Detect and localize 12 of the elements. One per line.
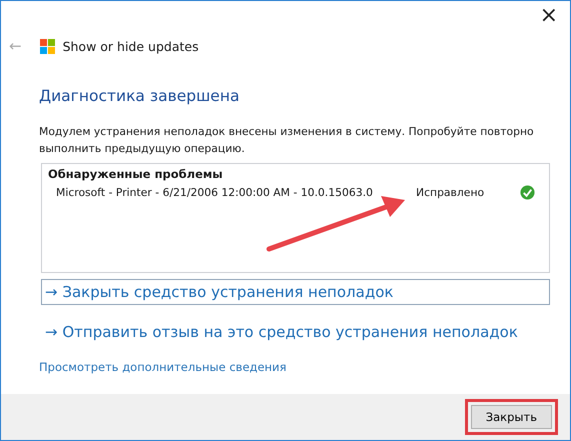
action-link[interactable]: → Отправить отзыв на это средство устранения неполадок <box>41 319 550 345</box>
problem-name: Microsoft - Printer - 6/21/2006 12:00:00 AM - 10.0.15063.0 <box>56 186 374 199</box>
details-link[interactable]: Просмотреть дополнительные сведения <box>39 360 286 374</box>
window-title: Show or hide updates <box>62 38 199 54</box>
windows-logo-icon <box>40 38 55 54</box>
close-button[interactable]: × <box>528 5 570 27</box>
close-dialog-button[interactable]: Закрыть <box>470 405 552 429</box>
action-link[interactable]: → Закрыть средство устранения неполадок <box>41 279 550 305</box>
problem-status: Исправлено <box>416 186 486 199</box>
panel-title: Обнаруженные проблемы <box>48 167 224 181</box>
message-text: Модулем устранения неполадок внесены изменения в систему. Попробуйте повторно выполнить предыдущую операцию. <box>39 124 535 157</box>
heading: Диагностика завершена <box>39 87 240 105</box>
